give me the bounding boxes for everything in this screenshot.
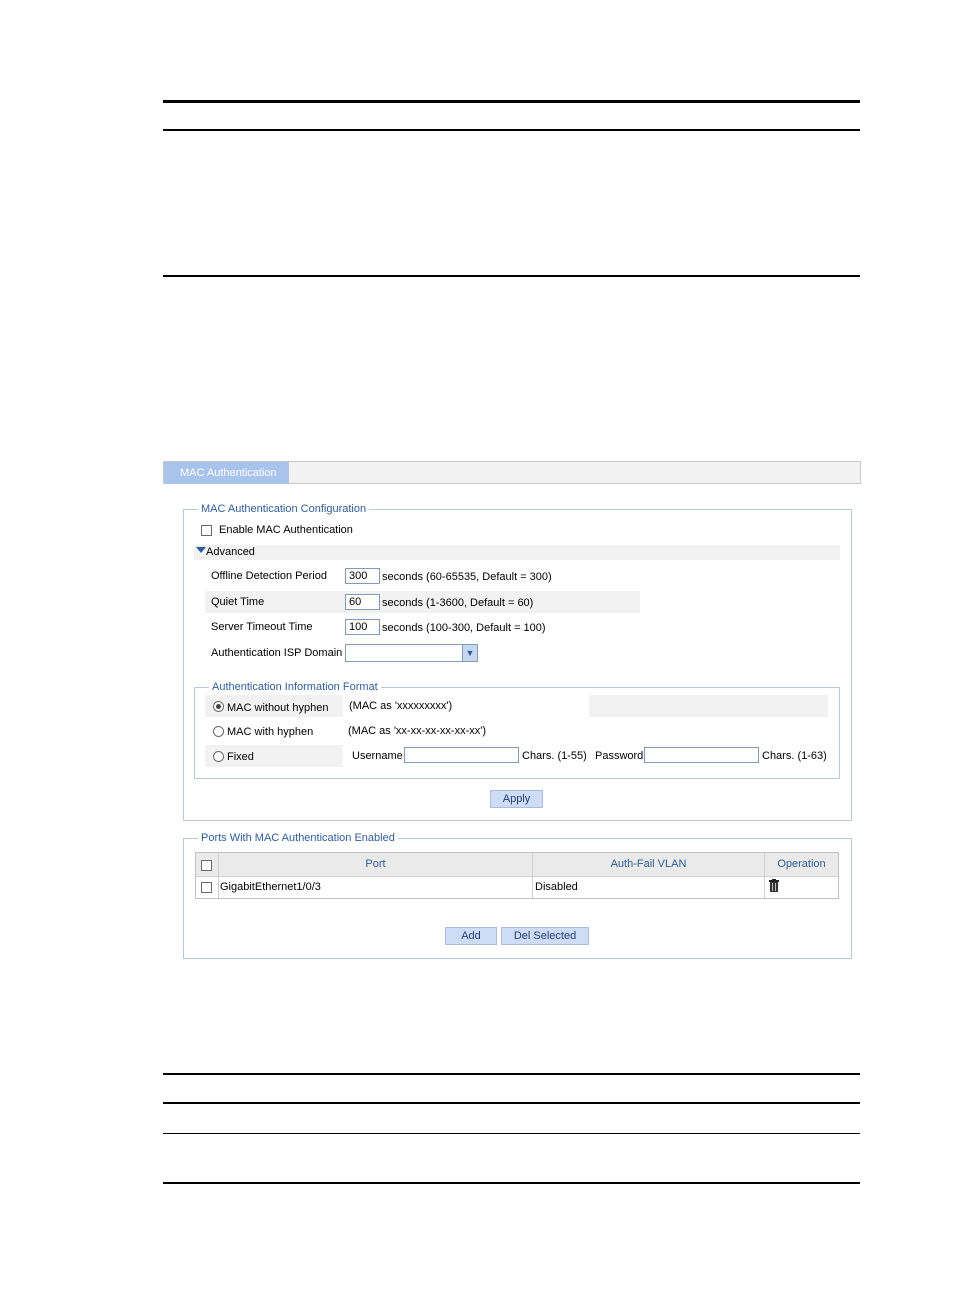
caret-down-icon bbox=[196, 547, 206, 553]
isp-domain-label: Authentication ISP Domain bbox=[211, 647, 343, 659]
password-hint: Chars. (1-63) bbox=[762, 750, 827, 762]
quiet-time-label: Quiet Time bbox=[211, 596, 265, 608]
fixed-radio[interactable] bbox=[213, 751, 224, 762]
tab-mac-authentication[interactable]: MAC Authentication bbox=[164, 462, 289, 484]
row-port: GigabitEthernet1/0/3 bbox=[220, 881, 321, 893]
enable-mac-auth-label: Enable MAC Authentication bbox=[219, 524, 353, 536]
mac-with-hyphen-label: MAC with hyphen bbox=[227, 726, 314, 738]
quiet-time-input[interactable]: 60 bbox=[345, 594, 380, 610]
add-button[interactable]: Add bbox=[445, 927, 497, 945]
isp-domain-select[interactable] bbox=[345, 644, 478, 662]
quiet-time-hint: seconds (1-3600, Default = 60) bbox=[382, 597, 534, 609]
config-legend: MAC Authentication Configuration bbox=[201, 503, 367, 515]
format-row-1-bg-right bbox=[589, 695, 828, 717]
column-header-auth-fail-vlan: Auth-Fail VLAN bbox=[533, 853, 765, 876]
mac-with-hyphen-radio[interactable] bbox=[213, 726, 224, 737]
username-label: Username bbox=[352, 750, 403, 762]
ports-legend: Ports With MAC Authentication Enabled bbox=[201, 832, 395, 844]
server-timeout-input[interactable]: 100 bbox=[345, 619, 380, 635]
advanced-bar[interactable] bbox=[194, 545, 840, 560]
offline-detection-hint: seconds (60-65535, Default = 300) bbox=[382, 571, 552, 583]
username-hint: Chars. (1-55) bbox=[522, 750, 587, 762]
table2-row-rule bbox=[163, 1133, 860, 1134]
username-input[interactable] bbox=[404, 747, 519, 763]
password-input[interactable] bbox=[644, 747, 759, 763]
chevron-down-icon[interactable]: ▼ bbox=[462, 645, 477, 661]
password-label: Password bbox=[595, 750, 644, 762]
table2-top-rule bbox=[163, 1073, 860, 1075]
advanced-label[interactable]: Advanced bbox=[206, 546, 255, 558]
fixed-label: Fixed bbox=[227, 751, 254, 763]
table2-bottom-rule bbox=[163, 1182, 860, 1184]
row-checkbox[interactable] bbox=[201, 882, 212, 893]
trash-icon[interactable] bbox=[769, 879, 779, 892]
fixed-row-bg bbox=[205, 745, 343, 767]
mac-without-hyphen-radio[interactable] bbox=[213, 701, 224, 712]
table-header-rule bbox=[163, 129, 860, 131]
table2-header-rule bbox=[163, 1102, 860, 1104]
server-timeout-label: Server Timeout Time bbox=[211, 621, 313, 633]
apply-button[interactable]: Apply bbox=[490, 790, 543, 808]
tab-bar: MAC Authentication bbox=[163, 461, 861, 484]
enable-mac-auth-checkbox[interactable] bbox=[201, 525, 212, 536]
mac-without-hyphen-label: MAC without hyphen bbox=[227, 702, 329, 714]
column-header-operation: Operation bbox=[765, 853, 838, 876]
server-timeout-hint: seconds (100-300, Default = 100) bbox=[382, 622, 546, 634]
offline-detection-input[interactable]: 300 bbox=[345, 568, 380, 584]
column-header-port: Port bbox=[219, 853, 533, 876]
table-top-rule bbox=[163, 100, 860, 103]
mac-with-hyphen-desc: (MAC as 'xx-xx-xx-xx-xx-xx') bbox=[348, 725, 487, 737]
row-auth-fail-vlan: Disabled bbox=[535, 881, 578, 893]
table-bottom-rule bbox=[163, 275, 860, 277]
select-all-checkbox[interactable] bbox=[201, 860, 212, 871]
del-selected-button[interactable]: Del Selected bbox=[501, 927, 589, 945]
auth-format-legend: Authentication Information Format bbox=[212, 681, 378, 693]
offline-detection-label: Offline Detection Period bbox=[211, 570, 327, 582]
mac-without-hyphen-desc: (MAC as 'xxxxxxxxx') bbox=[349, 700, 453, 712]
